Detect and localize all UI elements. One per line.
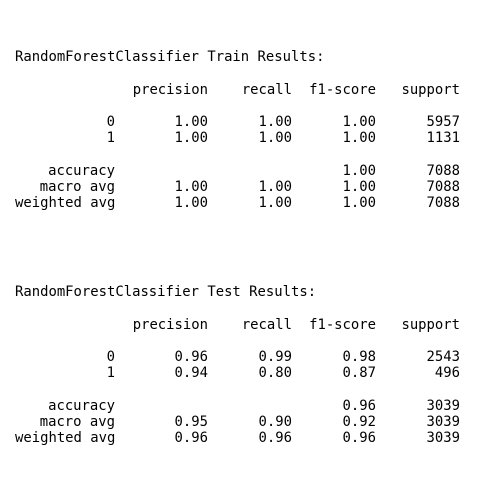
row-label: macro avg: [39, 414, 115, 430]
header-precision: precision: [132, 316, 208, 333]
support-value: 1131: [426, 130, 460, 147]
recall-value: 0.96: [258, 430, 292, 447]
train-header-row: precision recall f1-score support: [15, 82, 460, 98]
support-value: 3039: [426, 397, 460, 414]
train-row-weighted-avg: weighted avg 1.00 1.00 1.00 7088: [15, 195, 460, 211]
f1-value: 1.00: [342, 179, 376, 195]
precision-value: 0.96: [174, 430, 208, 447]
test-report: RandomForestClassifier Test Results: pre…: [15, 284, 460, 447]
row-label: macro avg: [39, 179, 115, 195]
row-label: 0: [106, 114, 115, 130]
test-row-class-1: 1 0.94 0.80 0.87 496: [15, 365, 460, 381]
support-value: 496: [434, 365, 460, 382]
recall-value: 1.00: [258, 130, 292, 147]
train-row-class-0: 0 1.00 1.00 1.00 5957: [15, 114, 460, 130]
test-row-macro-avg: macro avg 0.95 0.90 0.92 3039: [15, 414, 460, 430]
precision-value: 0.96: [174, 349, 208, 365]
f1-value: 0.98: [342, 349, 376, 365]
header-recall: recall: [241, 81, 292, 98]
support-value: 3039: [426, 430, 460, 447]
recall-value: 1.00: [258, 179, 292, 195]
support-value: 7088: [426, 195, 460, 212]
f1-value: 0.96: [342, 430, 376, 447]
row-label: weighted avg: [15, 430, 116, 447]
precision-value: 1.00: [174, 195, 208, 212]
test-header-row: precision recall f1-score support: [15, 317, 460, 333]
precision-value: 1.00: [174, 114, 208, 130]
train-report-title: RandomForestClassifier Train Results:: [15, 49, 325, 65]
train-row-macro-avg: macro avg 1.00 1.00 1.00 7088: [15, 179, 460, 195]
row-label: 0: [106, 349, 115, 365]
precision-value: 1.00: [174, 179, 208, 195]
header-f1-score: f1-score: [309, 316, 376, 333]
f1-value: 1.00: [342, 162, 376, 179]
row-label: accuracy: [48, 162, 115, 179]
precision-value: 0.94: [174, 365, 208, 382]
support-value: 5957: [426, 114, 460, 130]
f1-value: 0.92: [342, 414, 376, 430]
test-row-class-0: 0 0.96 0.99 0.98 2543: [15, 349, 460, 365]
precision-value: 1.00: [174, 130, 208, 147]
recall-value: 0.90: [258, 414, 292, 430]
f1-value: 1.00: [342, 114, 376, 130]
recall-value: 0.99: [258, 349, 292, 365]
f1-value: 0.96: [342, 397, 376, 414]
support-value: 7088: [426, 179, 460, 195]
f1-value: 1.00: [342, 130, 376, 147]
precision-value: 0.95: [174, 414, 208, 430]
test-report-title: RandomForestClassifier Test Results:: [15, 284, 317, 300]
header-recall: recall: [241, 316, 292, 333]
recall-value: 1.00: [258, 195, 292, 212]
header-precision: precision: [132, 81, 208, 98]
row-label: weighted avg: [15, 195, 116, 212]
header-f1-score: f1-score: [309, 81, 376, 98]
f1-value: 1.00: [342, 195, 376, 212]
train-row-class-1: 1 1.00 1.00 1.00 1131: [15, 130, 460, 146]
header-support: support: [401, 316, 460, 333]
header-support: support: [401, 81, 460, 98]
support-value: 3039: [426, 414, 460, 430]
row-label: 1: [106, 365, 115, 382]
train-row-accuracy: accuracy 1.00 7088: [15, 163, 460, 179]
row-label: accuracy: [48, 397, 115, 414]
support-value: 7088: [426, 162, 460, 179]
test-row-accuracy: accuracy 0.96 3039: [15, 398, 460, 414]
row-label: 1: [106, 130, 115, 147]
train-report: RandomForestClassifier Train Results: pr…: [15, 49, 460, 212]
test-row-weighted-avg: weighted avg 0.96 0.96 0.96 3039: [15, 430, 460, 446]
support-value: 2543: [426, 349, 460, 365]
recall-value: 0.80: [258, 365, 292, 382]
recall-value: 1.00: [258, 114, 292, 130]
f1-value: 0.87: [342, 365, 376, 382]
